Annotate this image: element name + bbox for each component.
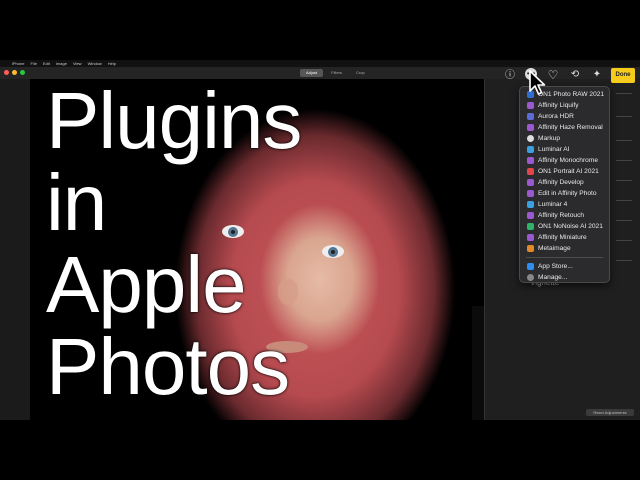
- extensions-menu: ON1 Photo RAW 2021 Affinity Liquify Auro…: [519, 86, 610, 283]
- menu-item-manage[interactable]: Manage...: [520, 272, 609, 283]
- sidebar-divider: [616, 93, 632, 94]
- affinity-app-icon: [527, 124, 534, 131]
- video-title-overlay: Plugins in Apple Photos: [46, 80, 366, 408]
- menu-item-markup[interactable]: Markup: [520, 133, 609, 144]
- affinity-app-icon: [527, 157, 534, 164]
- affinity-app-icon: [527, 102, 534, 109]
- tab-crop[interactable]: Crop: [350, 69, 371, 77]
- on1-nonoise-app-icon: [527, 223, 534, 230]
- app-store-icon: [527, 263, 534, 270]
- rotate-icon[interactable]: ⟲: [568, 68, 582, 82]
- on1-portrait-app-icon: [527, 168, 534, 175]
- tab-adjust[interactable]: Adjust: [300, 69, 324, 77]
- menu-item-metaimage[interactable]: Metaimage: [520, 243, 609, 254]
- menu-item-edit-in-affinity-photo[interactable]: Edit in Affinity Photo: [520, 188, 609, 199]
- edit-mode-tabs: Adjust Filters Crop: [300, 69, 371, 77]
- affinity-app-icon: [527, 212, 534, 219]
- menu-item-affinity-develop[interactable]: Affinity Develop: [520, 177, 609, 188]
- menu-window[interactable]: Window: [88, 60, 102, 67]
- sidebar-divider: [616, 160, 632, 161]
- reset-adjustments-button[interactable]: Reset Adjustments: [586, 409, 634, 416]
- favorite-heart-icon[interactable]: ♡: [546, 68, 560, 82]
- sidebar-divider: [616, 116, 632, 117]
- menu-bar: iPhone File Edit Image View Window Help: [0, 60, 640, 67]
- manage-icon: [527, 274, 534, 281]
- menu-view[interactable]: View: [73, 60, 82, 67]
- aurora-app-icon: [527, 113, 534, 120]
- minimize-window-button[interactable]: [12, 70, 17, 75]
- affinity-app-icon: [527, 190, 534, 197]
- menu-separator: [526, 257, 603, 258]
- menu-item-on1-nonoise-ai[interactable]: ON1 NoNoise AI 2021: [520, 221, 609, 232]
- metaimage-app-icon: [527, 245, 534, 252]
- menu-image[interactable]: Image: [56, 60, 67, 67]
- title-line-3: Apple: [46, 240, 247, 329]
- menu-help[interactable]: Help: [108, 60, 116, 67]
- zoom-window-button[interactable]: [20, 70, 25, 75]
- menu-edit[interactable]: Edit: [43, 60, 50, 67]
- menu-item-affinity-haze-removal[interactable]: Affinity Haze Removal: [520, 122, 609, 133]
- menu-item-luminar-ai[interactable]: Luminar AI: [520, 144, 609, 155]
- menu-item-affinity-liquify[interactable]: Affinity Liquify: [520, 100, 609, 111]
- sidebar-divider: [616, 140, 632, 141]
- menu-item-aurora-hdr[interactable]: Aurora HDR: [520, 111, 609, 122]
- sidebar-divider: [616, 220, 632, 221]
- affinity-app-icon: [527, 179, 534, 186]
- title-line-1: Plugins: [46, 76, 302, 165]
- menu-item-luminar-4[interactable]: Luminar 4: [520, 199, 609, 210]
- affinity-app-icon: [527, 234, 534, 241]
- menu-item-affinity-retouch[interactable]: Affinity Retouch: [520, 210, 609, 221]
- luminar-app-icon: [527, 201, 534, 208]
- title-line-4: Photos: [46, 322, 290, 411]
- auto-enhance-icon[interactable]: ✦: [590, 68, 604, 82]
- sidebar-divider: [616, 240, 632, 241]
- tab-filters[interactable]: Filters: [325, 69, 348, 77]
- close-window-button[interactable]: [4, 70, 9, 75]
- menu-file[interactable]: File: [30, 60, 36, 67]
- sidebar-divider: [616, 200, 632, 201]
- menu-item-affinity-monochrome[interactable]: Affinity Monochrome: [520, 155, 609, 166]
- menu-app[interactable]: iPhone: [12, 60, 24, 67]
- menu-item-app-store[interactable]: App Store...: [520, 261, 609, 272]
- sidebar-divider: [616, 180, 632, 181]
- title-line-2: in: [46, 158, 107, 247]
- menu-item-on1-portrait-ai[interactable]: ON1 Portrait AI 2021: [520, 166, 609, 177]
- mouse-pointer-icon: [529, 70, 546, 95]
- luminar-app-icon: [527, 146, 534, 153]
- sidebar-divider: [616, 260, 632, 261]
- markup-icon: [527, 135, 534, 142]
- done-button[interactable]: Done: [611, 68, 635, 83]
- info-icon[interactable]: ⓘ: [503, 69, 517, 83]
- window-controls: [4, 70, 25, 75]
- menu-item-affinity-miniature[interactable]: Affinity Miniature: [520, 232, 609, 243]
